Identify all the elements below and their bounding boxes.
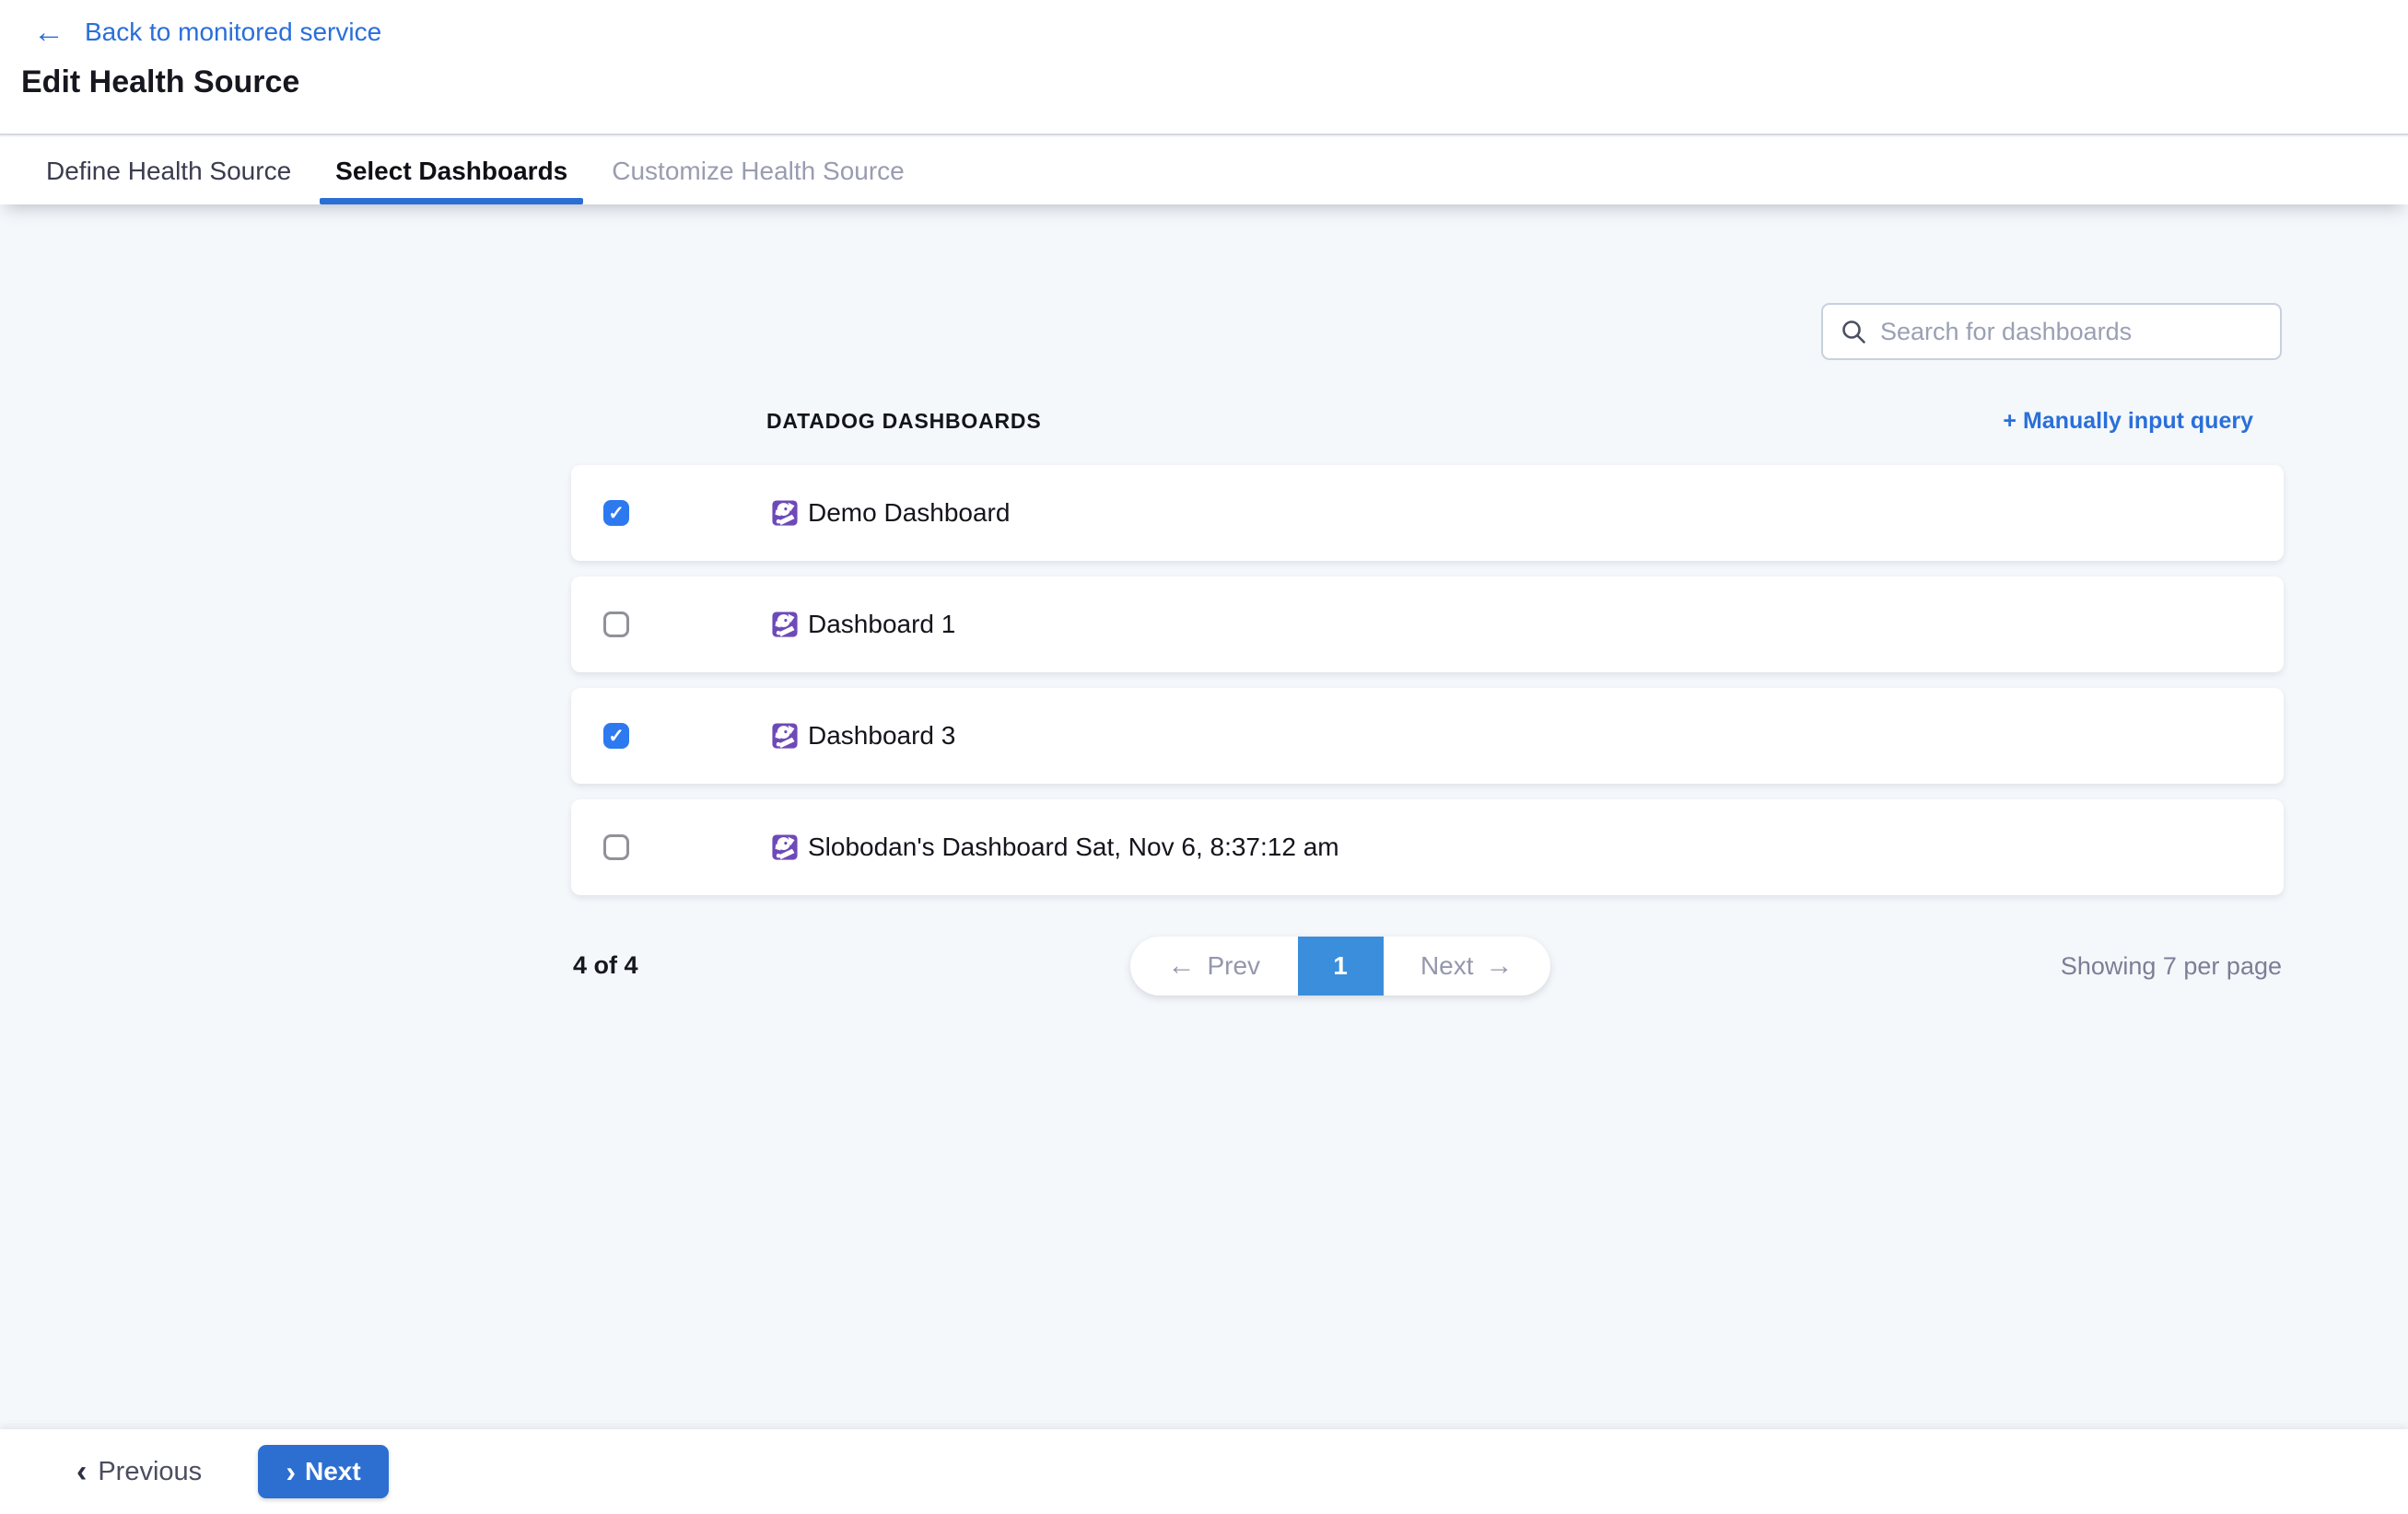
pagination-page-1[interactable]: 1 bbox=[1298, 937, 1384, 996]
tab-customize-health-source[interactable]: Customize Health Source bbox=[612, 137, 904, 204]
tab-define-health-source[interactable]: Define Health Source bbox=[46, 137, 291, 204]
next-button-label: Next bbox=[305, 1457, 361, 1486]
dashboard-search-box bbox=[1821, 303, 2282, 360]
back-to-monitored-service-link[interactable]: ← Back to monitored service bbox=[33, 16, 381, 49]
datadog-icon bbox=[772, 500, 798, 526]
next-step-button[interactable]: › Next bbox=[258, 1445, 389, 1498]
tab-label: Select Dashboards bbox=[335, 157, 567, 186]
chevron-left-icon: ‹ bbox=[76, 1456, 87, 1487]
dashboard-list: ✓ Demo Dashboard bbox=[571, 465, 2284, 911]
prev-arrow-icon: ← bbox=[1167, 952, 1195, 980]
chevron-right-icon: › bbox=[286, 1457, 296, 1486]
datadog-dashboards-column-header: DATADOG DASHBOARDS bbox=[766, 409, 1042, 434]
dashboard-row[interactable]: Slobodan's Dashboard Sat, Nov 6, 8:37:12… bbox=[571, 799, 2284, 895]
back-link-label: Back to monitored service bbox=[85, 17, 381, 47]
pagination-next-button[interactable]: Next → bbox=[1384, 937, 1551, 996]
dashboard-row[interactable]: Dashboard 1 bbox=[571, 576, 2284, 672]
dashboard-name: Demo Dashboard bbox=[808, 498, 1010, 528]
dashboard-name-cell: Demo Dashboard bbox=[772, 465, 1010, 561]
tab-select-dashboards[interactable]: Select Dashboards bbox=[335, 137, 567, 204]
dashboard-name-cell: Dashboard 1 bbox=[772, 576, 955, 672]
per-page-label: Showing 7 per page bbox=[2061, 952, 2282, 981]
search-icon bbox=[1840, 318, 1867, 345]
wizard-footer: ‹ Previous › Next bbox=[0, 1429, 2408, 1514]
tab-label: Define Health Source bbox=[46, 157, 291, 186]
datadog-icon bbox=[772, 611, 798, 637]
row-checkbox[interactable]: ✓ bbox=[603, 500, 629, 526]
search-input[interactable] bbox=[1880, 318, 2263, 346]
back-arrow-icon: ← bbox=[33, 17, 64, 48]
active-tab-underline bbox=[320, 198, 583, 204]
result-count: 4 of 4 bbox=[573, 951, 638, 980]
row-checkbox[interactable] bbox=[603, 834, 629, 860]
prev-label: Prev bbox=[1207, 951, 1260, 981]
page-title: Edit Health Source bbox=[21, 64, 299, 100]
dashboard-name-cell: Slobodan's Dashboard Sat, Nov 6, 8:37:12… bbox=[772, 799, 1339, 895]
dashboard-name: Dashboard 1 bbox=[808, 610, 955, 639]
dashboard-row[interactable]: ✓ Dashboard 3 bbox=[571, 688, 2284, 784]
dashboard-name-cell: Dashboard 3 bbox=[772, 688, 955, 784]
dashboard-name: Dashboard 3 bbox=[808, 721, 955, 751]
manually-input-query-link[interactable]: + Manually input query bbox=[2003, 408, 2253, 435]
dashboard-name: Slobodan's Dashboard Sat, Nov 6, 8:37:12… bbox=[808, 833, 1339, 862]
previous-step-button[interactable]: ‹ Previous bbox=[76, 1429, 202, 1514]
dashboard-row[interactable]: ✓ Demo Dashboard bbox=[571, 465, 2284, 561]
page-header: ← Back to monitored service Edit Health … bbox=[0, 0, 2408, 135]
datadog-icon bbox=[772, 834, 798, 860]
next-arrow-icon: → bbox=[1486, 952, 1514, 980]
tab-label: Customize Health Source bbox=[612, 157, 904, 186]
row-checkbox[interactable]: ✓ bbox=[603, 723, 629, 749]
pagination-prev-button[interactable]: ← Prev bbox=[1130, 937, 1298, 996]
row-checkbox[interactable] bbox=[603, 611, 629, 637]
pagination-control: ← Prev 1 Next → bbox=[1130, 937, 1550, 996]
previous-label: Previous bbox=[98, 1457, 202, 1487]
next-label: Next bbox=[1420, 951, 1474, 981]
datadog-icon bbox=[772, 723, 798, 749]
tab-bar: Define Health Source Select Dashboards C… bbox=[0, 137, 2408, 204]
